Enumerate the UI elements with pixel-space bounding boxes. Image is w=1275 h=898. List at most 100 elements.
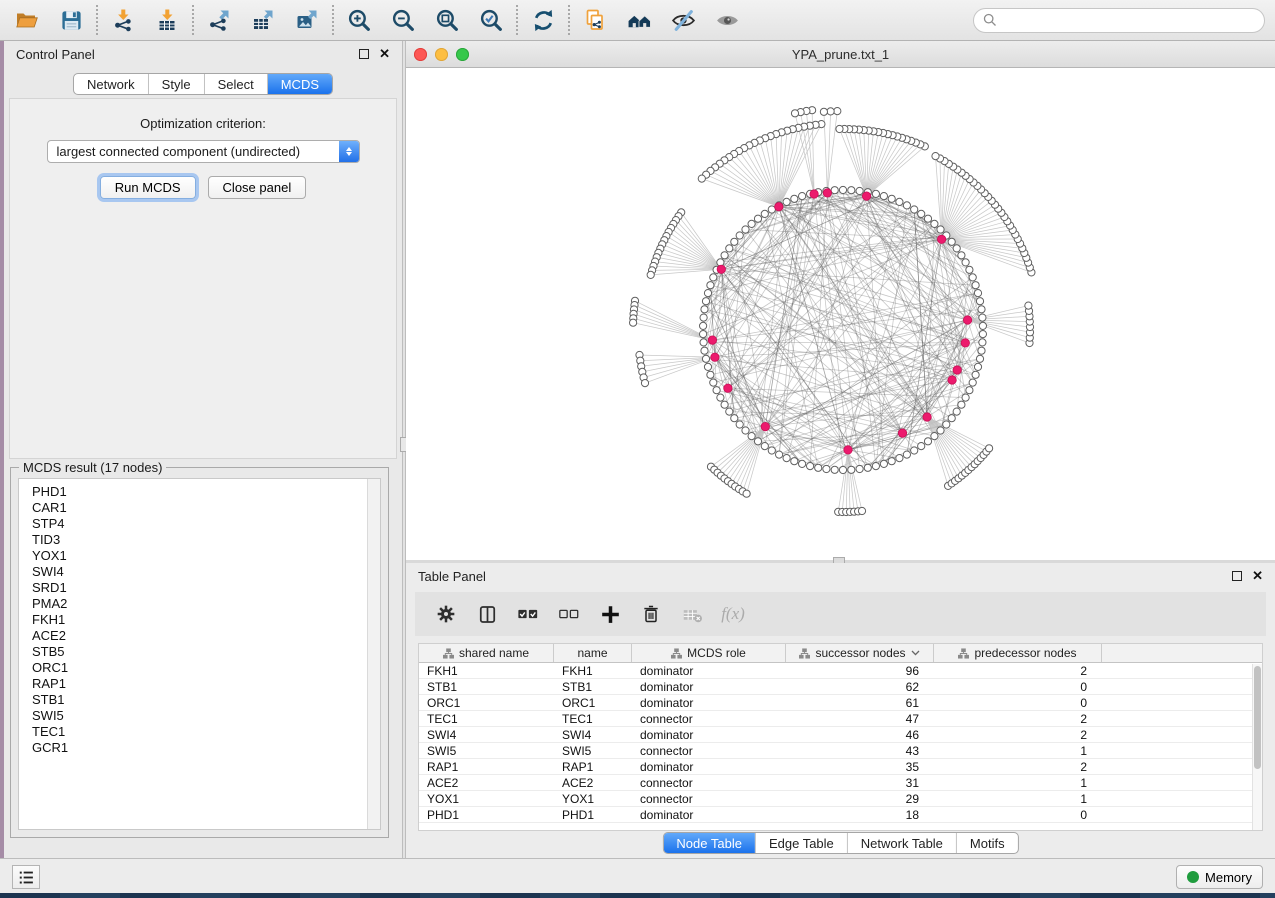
memory-status-icon — [1187, 871, 1199, 883]
mcds-result-item[interactable]: SWI5 — [32, 708, 380, 724]
deselect-all-rows-button[interactable] — [556, 601, 582, 627]
column-header-shared-name[interactable]: shared name — [419, 644, 554, 662]
export-table-button[interactable] — [246, 3, 280, 37]
mcds-list-scrollbar[interactable] — [367, 479, 380, 829]
table-row[interactable]: SWI5SWI5connector431 — [419, 743, 1262, 759]
mcds-result-item[interactable]: GCR1 — [32, 740, 380, 756]
mcds-result-item[interactable]: CAR1 — [32, 500, 380, 516]
delete-column-button[interactable] — [638, 601, 664, 627]
tab-edge-table[interactable]: Edge Table — [755, 833, 847, 853]
tab-select[interactable]: Select — [204, 74, 267, 94]
table-row[interactable]: YOX1YOX1connector291 — [419, 791, 1262, 807]
close-panel-button[interactable]: ✕ — [379, 49, 390, 59]
column-header-name[interactable]: name — [554, 644, 632, 662]
column-header-label: successor nodes — [815, 646, 905, 660]
table-row[interactable]: STB1STB1dominator620 — [419, 679, 1262, 695]
tab-node-table[interactable]: Node Table — [663, 833, 755, 853]
zoom-out-button[interactable] — [386, 3, 420, 37]
network-canvas[interactable] — [406, 68, 1275, 560]
tab-motifs[interactable]: Motifs — [956, 833, 1018, 853]
table-row[interactable]: SWI4SWI4dominator462 — [419, 727, 1262, 743]
toolbar-group-import — [106, 3, 184, 37]
delete-table-button-disabled — [679, 601, 705, 627]
network-titlebar[interactable]: YPA_prune.txt_1 — [406, 41, 1275, 68]
mcds-result-item[interactable]: YOX1 — [32, 548, 380, 564]
import-network-button[interactable] — [106, 3, 140, 37]
search-box[interactable] — [973, 8, 1265, 33]
table-row[interactable]: RAP1RAP1dominator352 — [419, 759, 1262, 775]
plus-icon — [600, 604, 621, 625]
memory-button[interactable]: Memory — [1176, 865, 1263, 889]
export-network-button[interactable] — [202, 3, 236, 37]
tab-mcds[interactable]: MCDS — [267, 74, 332, 94]
cell-mcds-role: connector — [632, 743, 786, 758]
zoom-fit-button[interactable] — [430, 3, 464, 37]
mcds-result-item[interactable]: STP4 — [32, 516, 380, 532]
mcds-result-item[interactable]: RAP1 — [32, 676, 380, 692]
show-task-history-button[interactable] — [12, 865, 40, 889]
table-row[interactable]: FKH1FKH1dominator962 — [419, 663, 1262, 679]
table-row[interactable]: TEC1TEC1connector472 — [419, 711, 1262, 727]
float-table-panel-button[interactable] — [1232, 571, 1242, 581]
table-scrollbar[interactable] — [1252, 664, 1262, 830]
import-table-button[interactable] — [150, 3, 184, 37]
table-column-icon — [443, 648, 454, 659]
column-header-successor-nodes[interactable]: successor nodes — [786, 644, 934, 662]
mcds-result-item[interactable]: ORC1 — [32, 660, 380, 676]
create-column-button[interactable] — [597, 601, 623, 627]
table-row[interactable]: ACE2ACE2connector311 — [419, 775, 1262, 791]
mcds-result-item[interactable]: SRD1 — [32, 580, 380, 596]
show-all-button[interactable] — [710, 3, 744, 37]
search-input[interactable] — [1003, 13, 1255, 28]
mcds-result-item[interactable]: ACE2 — [32, 628, 380, 644]
network-graph[interactable] — [406, 68, 1275, 560]
cell-name: RAP1 — [554, 759, 632, 774]
cell-successor-nodes: 29 — [786, 791, 934, 806]
cell-successor-nodes: 35 — [786, 759, 934, 774]
cell-mcds-role: connector — [632, 791, 786, 806]
open-session-button[interactable] — [10, 3, 44, 37]
run-mcds-button[interactable]: Run MCDS — [100, 176, 196, 199]
first-neighbors-button[interactable] — [622, 3, 656, 37]
close-panel-button-inner[interactable]: Close panel — [208, 176, 307, 199]
mcds-result-item[interactable]: TID3 — [32, 532, 380, 548]
zoom-in-button[interactable] — [342, 3, 376, 37]
mcds-result-item[interactable]: TEC1 — [32, 724, 380, 740]
cell-filler — [1102, 743, 1262, 758]
cell-name: SWI5 — [554, 743, 632, 758]
hide-selected-button[interactable] — [666, 3, 700, 37]
table-scrollbar-thumb[interactable] — [1254, 666, 1261, 769]
mcds-result-item[interactable]: STB5 — [32, 644, 380, 660]
column-header-mcds-role[interactable]: MCDS role — [632, 644, 786, 662]
refresh-button[interactable] — [526, 3, 560, 37]
column-header-predecessor-nodes[interactable]: predecessor nodes — [934, 644, 1102, 662]
tab-network[interactable]: Network — [74, 74, 148, 94]
toolbar-separator — [192, 5, 194, 35]
export-network-icon — [207, 8, 231, 32]
criterion-dropdown[interactable]: largest connected component (undirected) — [47, 140, 360, 163]
mcds-result-item[interactable]: PHD1 — [32, 484, 380, 500]
table-row[interactable]: PHD1PHD1dominator180 — [419, 807, 1262, 823]
tab-network-table[interactable]: Network Table — [847, 833, 956, 853]
float-panel-button[interactable] — [359, 49, 369, 59]
zoom-selected-button[interactable] — [474, 3, 508, 37]
trash-icon — [641, 604, 661, 624]
mcds-result-item[interactable]: PMA2 — [32, 596, 380, 612]
mcds-result-item[interactable]: STB1 — [32, 692, 380, 708]
save-session-button[interactable] — [54, 3, 88, 37]
close-table-panel-button[interactable]: ✕ — [1252, 571, 1263, 581]
table-settings-button[interactable] — [433, 601, 459, 627]
export-image-button[interactable] — [290, 3, 324, 37]
cell-name: TEC1 — [554, 711, 632, 726]
cell-filler — [1102, 679, 1262, 694]
table-row[interactable]: ORC1ORC1dominator610 — [419, 695, 1262, 711]
mcds-result-item[interactable]: SWI4 — [32, 564, 380, 580]
toolbar-separator — [516, 5, 518, 35]
clone-network-button[interactable] — [578, 3, 612, 37]
mcds-result-item[interactable]: FKH1 — [32, 612, 380, 628]
tab-style[interactable]: Style — [148, 74, 204, 94]
toolbar-group-zoom — [342, 3, 508, 37]
select-all-rows-button[interactable] — [515, 601, 541, 627]
show-column-panel-button[interactable] — [474, 601, 500, 627]
mcds-result-list[interactable]: PHD1CAR1STP4TID3YOX1SWI4SRD1PMA2FKH1ACE2… — [18, 478, 381, 830]
